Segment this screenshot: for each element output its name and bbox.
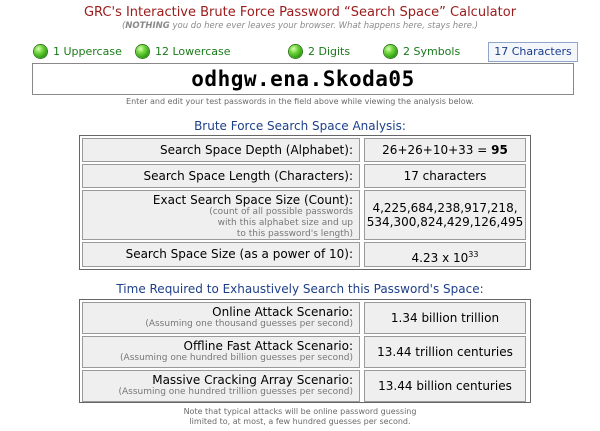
depth-formula: 26+26+10+33 = xyxy=(382,143,492,157)
subtitle-emphasis: NOTHING xyxy=(125,21,170,31)
exact-note-line: to this password's length) xyxy=(236,229,353,239)
time-value-massive: 13.44 billion centuries xyxy=(364,370,526,402)
offline-label: Offline Fast Attack Scenario: xyxy=(183,339,353,353)
time-value-offline: 13.44 trillion centuries xyxy=(364,336,526,368)
green-check-icon xyxy=(289,44,302,58)
analysis-label-power: Search Space Size (as a power of 10): xyxy=(82,242,360,267)
depth-result: 95 xyxy=(491,143,508,157)
exact-note-line: with this alphabet size and up xyxy=(217,218,353,228)
exact-note-line: (count of all possible passwords xyxy=(209,207,353,217)
massive-note: (Assuming one hundred trillion guesses p… xyxy=(118,387,353,397)
character-count-badge: 17 Characters xyxy=(488,42,578,62)
footnote-line: Note that typical attacks will be online… xyxy=(183,407,417,416)
indicator-label: 2 Digits xyxy=(308,44,351,58)
green-check-icon xyxy=(136,44,149,58)
analysis-title: Brute Force Search Space Analysis: xyxy=(194,119,406,133)
analysis-value-power: 4.23 x 1033 xyxy=(364,242,526,267)
footnote-line: limited to, at most, a few hundred guess… xyxy=(189,417,411,426)
online-label: Online Attack Scenario: xyxy=(212,305,353,319)
indicator-label: 1 Uppercase xyxy=(53,44,122,58)
green-check-icon xyxy=(384,44,397,58)
indicator-lowercase: 12 Lowercase xyxy=(136,42,231,60)
analysis-value-depth: 26+26+10+33 = 95 xyxy=(364,138,526,162)
analysis-label-depth: Search Space Depth (Alphabet): xyxy=(82,138,360,162)
online-note: (Assuming one thousand guesses per secon… xyxy=(145,319,353,329)
time-title: Time Required to Exhaustively Search thi… xyxy=(116,282,484,296)
subtitle-rest: you do here ever leaves your browser. Wh… xyxy=(169,21,479,31)
time-table: Online Attack Scenario: (Assuming one th… xyxy=(79,299,531,403)
offline-note: (Assuming one hundred billion guesses pe… xyxy=(120,353,353,363)
password-input[interactable]: odhgw.ena.Skoda05 xyxy=(32,63,574,95)
footnote: Note that typical attacks will be online… xyxy=(0,407,600,427)
power-base: 4.23 x 10 xyxy=(411,251,469,265)
page-subtitle: (NOTHING you do here ever leaves your br… xyxy=(0,21,600,31)
indicator-digits: 2 Digits xyxy=(289,42,350,60)
password-hint: Enter and edit your test passwords in th… xyxy=(126,97,474,106)
indicator-label: 2 Symbols xyxy=(403,44,461,58)
indicator-label: 12 Lowercase xyxy=(155,44,231,58)
time-label-offline: Offline Fast Attack Scenario: (Assuming … xyxy=(82,336,360,368)
analysis-label-exact: Exact Search Space Size (Count): (count … xyxy=(82,190,360,240)
analysis-value-length: 17 characters xyxy=(364,164,526,188)
time-label-online: Online Attack Scenario: (Assuming one th… xyxy=(82,302,360,334)
indicator-symbols: 2 Symbols xyxy=(384,42,460,60)
analysis-table: Search Space Depth (Alphabet): 26+26+10+… xyxy=(79,135,531,270)
analysis-label-length: Search Space Length (Characters): xyxy=(82,164,360,188)
time-value-online: 1.34 billion trillion centuries xyxy=(364,302,526,355)
exact-value-line: 534,300,824,429,126,495 xyxy=(366,215,524,229)
indicator-uppercase: 1 Uppercase xyxy=(34,42,122,60)
exact-label: Exact Search Space Size (Count): xyxy=(152,193,353,207)
exact-value-line: 4,225,684,238,917,218, xyxy=(372,201,518,215)
massive-label: Massive Cracking Array Scenario: xyxy=(152,373,353,387)
power-exponent: 33 xyxy=(468,250,479,259)
green-check-icon xyxy=(34,44,47,58)
page-title: GRC's Interactive Brute Force Password “… xyxy=(83,5,517,20)
analysis-value-exact: 4,225,684,238,917,218, 534,300,824,429,1… xyxy=(364,190,526,240)
time-label-massive: Massive Cracking Array Scenario: (Assumi… xyxy=(82,370,360,402)
